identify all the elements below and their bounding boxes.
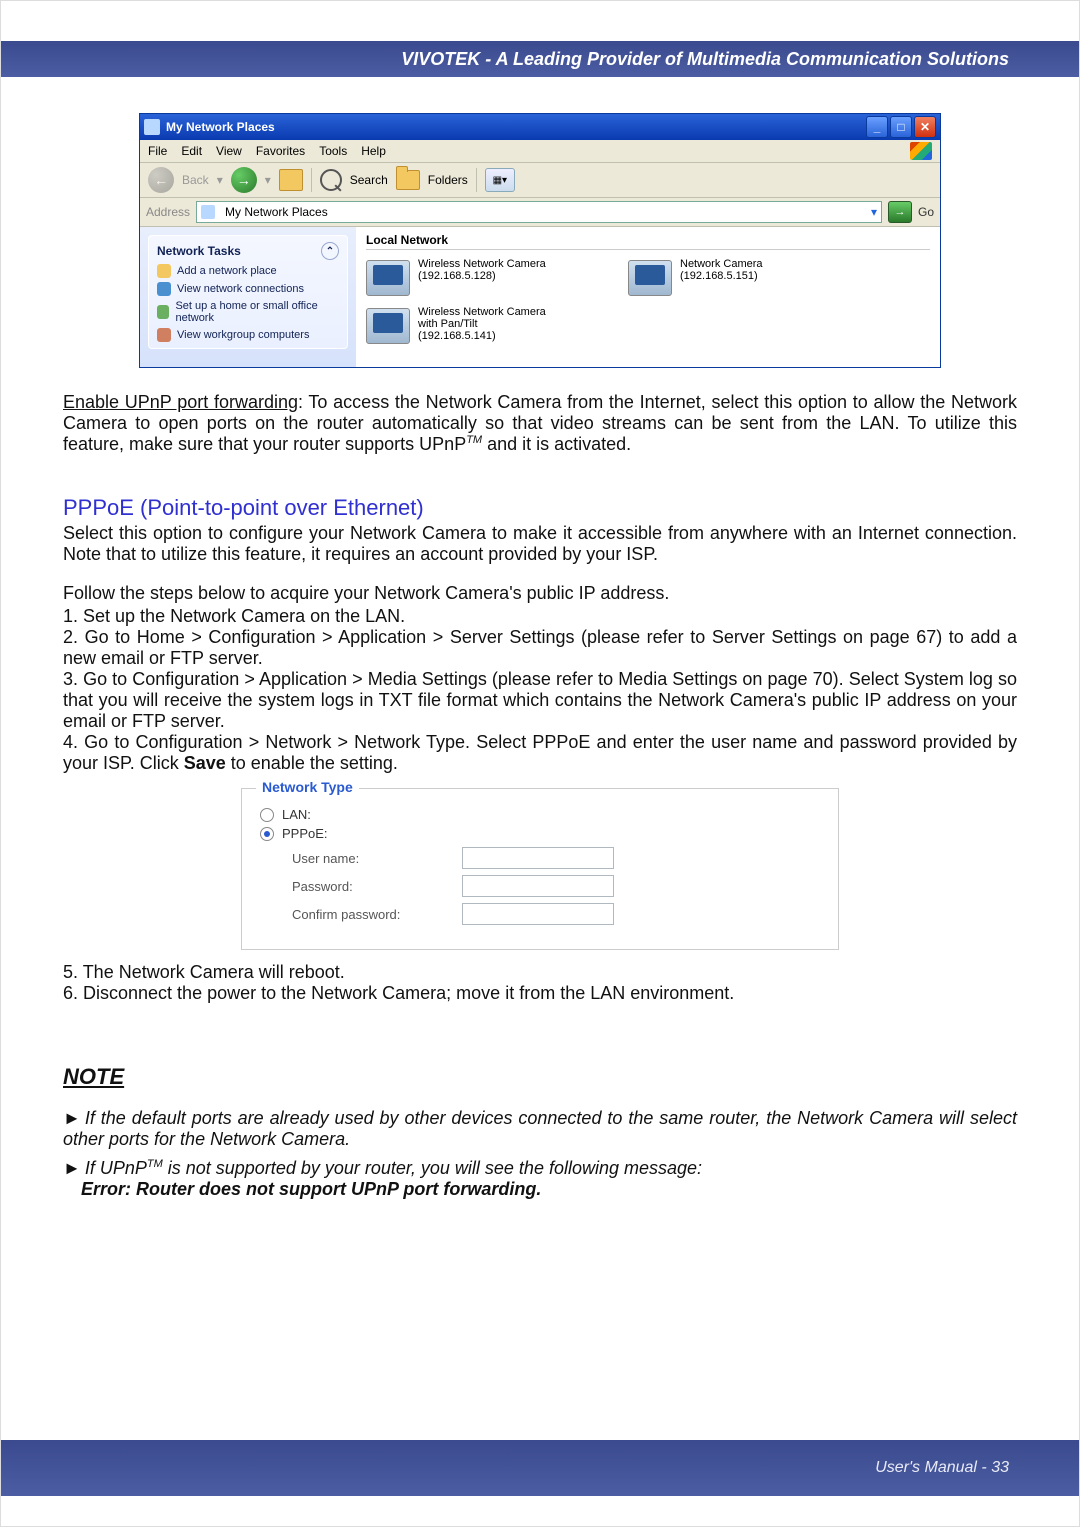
forward-button[interactable]: → [231, 167, 257, 193]
footer-text: User's Manual - 33 [875, 1459, 1009, 1477]
form-legend: Network Type [256, 779, 359, 795]
device-label: Wireless Network Camera with Pan/Tilt (1… [418, 306, 558, 342]
note-item: ►If UPnPTM is not supported by your rout… [63, 1158, 1017, 1200]
tasks-title: Network Tasks [157, 244, 241, 258]
windows-flag-icon [910, 142, 932, 160]
window-titlebar: My Network Places _ □ ✕ [140, 114, 940, 140]
device-item[interactable]: Wireless Network Camera with Pan/Tilt (1… [366, 306, 558, 344]
camera-icon [366, 260, 410, 296]
views-button[interactable]: ▦▾ [485, 168, 515, 192]
go-label[interactable]: Go [918, 205, 934, 219]
step-item: 4. Go to Configuration > Network > Netwo… [63, 732, 1017, 774]
search-icon[interactable] [320, 169, 342, 191]
section-title-pppoe: PPPoE (Point-to-point over Ethernet) [63, 495, 1017, 521]
camera-icon [628, 260, 672, 296]
go-button[interactable]: → [888, 201, 912, 223]
address-bar: Address My Network Places ▾ → Go [140, 198, 940, 227]
menu-edit[interactable]: Edit [181, 144, 202, 158]
menu-tools[interactable]: Tools [319, 144, 347, 158]
toolbar: ← Back ▾ → ▾ Search Folders ▦▾ [140, 163, 940, 198]
task-setup-network[interactable]: Set up a home or small office network [157, 300, 339, 324]
task-view-workgroup[interactable]: View workgroup computers [157, 328, 339, 342]
folders-label[interactable]: Folders [428, 173, 468, 187]
menu-view[interactable]: View [216, 144, 242, 158]
note-error: Error: Router does not support UPnP port… [81, 1179, 541, 1199]
explorer-window: My Network Places _ □ ✕ File Edit View F… [139, 113, 941, 368]
camera-icon [366, 308, 410, 344]
device-item[interactable]: Wireless Network Camera (192.168.5.128) [366, 258, 558, 296]
paragraph-pppoe-intro: Select this option to configure your Net… [63, 523, 1017, 565]
device-label: Network Camera (192.168.5.151) [680, 258, 820, 282]
menu-favorites[interactable]: Favorites [256, 144, 305, 158]
note-list: ►If the default ports are already used b… [63, 1108, 1017, 1200]
paragraph-follow: Follow the steps below to acquire your N… [63, 583, 1017, 604]
step-item: 6. Disconnect the power to the Network C… [63, 983, 1017, 1004]
para-lead: Enable UPnP port forwarding [63, 392, 298, 412]
back-label: Back [182, 173, 209, 187]
task-add-place[interactable]: Add a network place [157, 264, 339, 278]
step-item: 3. Go to Configuration > Application > M… [63, 669, 1017, 732]
note-heading: NOTE [63, 1064, 1017, 1090]
radio-pppoe[interactable]: PPPoE: [260, 826, 820, 841]
menu-bar: File Edit View Favorites Tools Help [140, 140, 940, 163]
banner-text: VIVOTEK - A Leading Provider of Multimed… [401, 49, 1009, 70]
footer-bar: User's Manual - 33 [1, 1440, 1079, 1496]
step-item: 5. The Network Camera will reboot. [63, 962, 1017, 983]
content-pane: Local Network Wireless Network Camera (1… [356, 227, 940, 367]
input-username[interactable] [462, 847, 614, 869]
folders-icon[interactable] [396, 170, 420, 190]
network-type-form: Network Type LAN: PPPoE: User name: Pass… [241, 788, 839, 950]
address-input[interactable]: My Network Places ▾ [196, 201, 882, 223]
radio-icon [260, 808, 274, 822]
input-password[interactable] [462, 875, 614, 897]
steps-list: 1. Set up the Network Camera on the LAN.… [63, 606, 1017, 774]
address-value: My Network Places [225, 205, 328, 219]
pane-title: Local Network [366, 233, 930, 250]
back-button[interactable]: ← [148, 167, 174, 193]
device-item[interactable]: Network Camera (192.168.5.151) [628, 258, 820, 296]
step-item: 2. Go to Home > Configuration > Applicat… [63, 627, 1017, 669]
device-label: Wireless Network Camera (192.168.5.128) [418, 258, 558, 282]
menu-file[interactable]: File [148, 144, 167, 158]
header-banner: VIVOTEK - A Leading Provider of Multimed… [1, 41, 1079, 77]
tasks-pane: Network Tasks ⌃ Add a network place View… [140, 227, 356, 367]
maximize-button[interactable]: □ [890, 116, 912, 138]
up-folder-icon[interactable] [279, 169, 303, 191]
search-label[interactable]: Search [350, 173, 388, 187]
step-item: 1. Set up the Network Camera on the LAN. [63, 606, 1017, 627]
note-item: ►If the default ports are already used b… [63, 1108, 1017, 1150]
close-button[interactable]: ✕ [914, 116, 936, 138]
window-title: My Network Places [166, 120, 866, 134]
label-username: User name: [292, 851, 462, 866]
label-password: Password: [292, 879, 462, 894]
task-view-connections[interactable]: View network connections [157, 282, 339, 296]
steps-list-2: 5. The Network Camera will reboot. 6. Di… [63, 962, 1017, 1004]
collapse-icon[interactable]: ⌃ [321, 242, 339, 260]
paragraph-upnp: Enable UPnP port forwarding: To access t… [63, 392, 1017, 455]
radio-icon-selected [260, 827, 274, 841]
minimize-button[interactable]: _ [866, 116, 888, 138]
menu-help[interactable]: Help [361, 144, 386, 158]
address-label: Address [146, 205, 190, 219]
input-confirm-password[interactable] [462, 903, 614, 925]
radio-lan[interactable]: LAN: [260, 807, 820, 822]
label-confirm: Confirm password: [292, 907, 462, 922]
network-places-icon [144, 119, 160, 135]
